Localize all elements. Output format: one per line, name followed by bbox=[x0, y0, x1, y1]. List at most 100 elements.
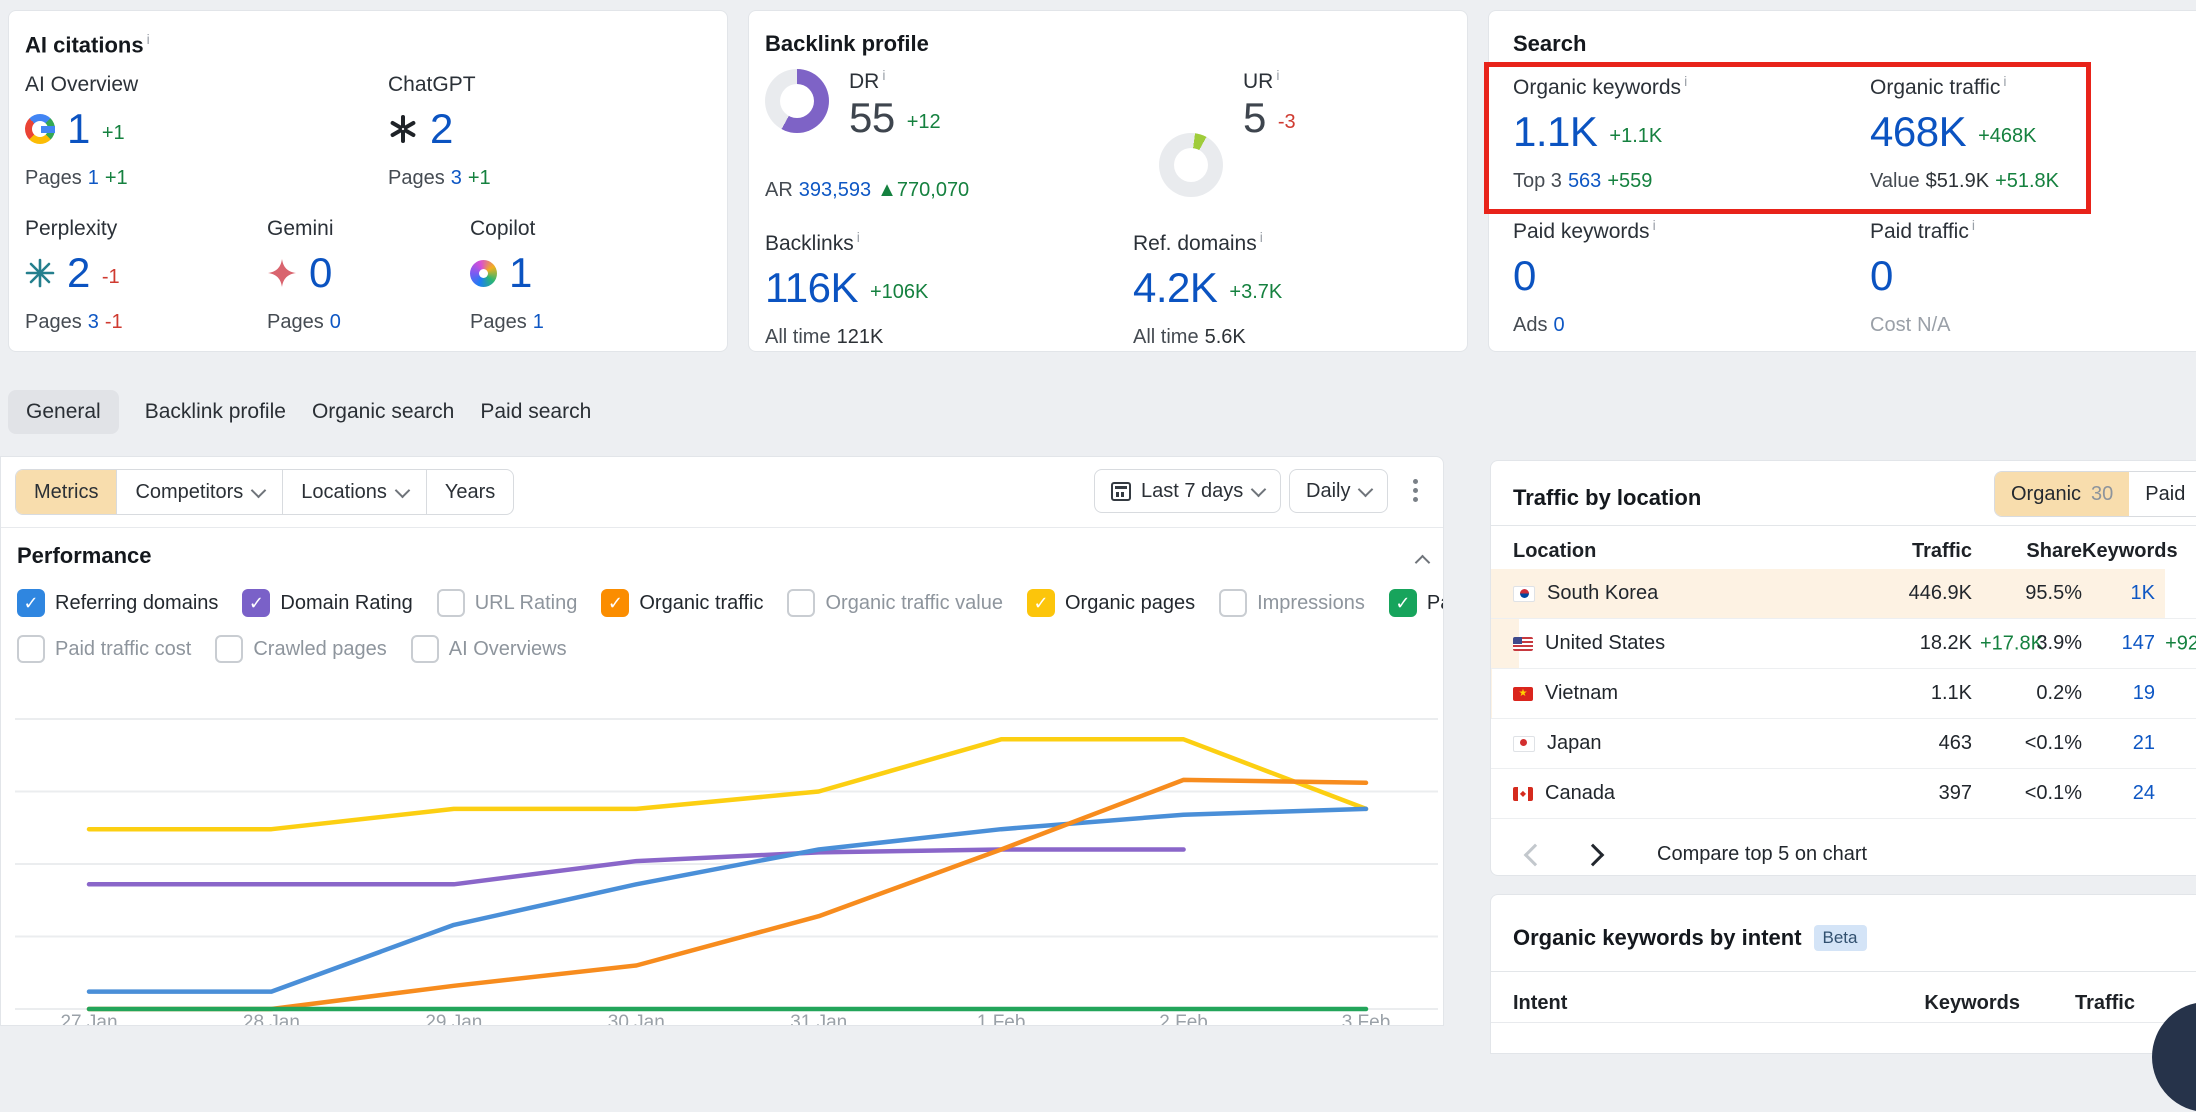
share-value: 3.9% bbox=[1972, 632, 2082, 655]
locations-filter-button[interactable]: Locations bbox=[282, 470, 426, 514]
checkbox-paid-traffic[interactable]: ✓Paid traffic bbox=[1389, 589, 1444, 617]
checkbox-referring-domains[interactable]: ✓ Referring domains bbox=[17, 589, 218, 617]
tab-organic-search[interactable]: Organic search bbox=[312, 390, 454, 434]
traffic-value: 1.1K bbox=[1931, 682, 1972, 704]
location-name: Vietnam bbox=[1545, 682, 1618, 705]
ar-row: AR393,593▲770,070 bbox=[765, 179, 975, 202]
tab-backlink-profile[interactable]: Backlink profile bbox=[145, 390, 286, 434]
metrics-filter-button[interactable]: Metrics bbox=[16, 470, 116, 514]
checkbox-label: Referring domains bbox=[55, 592, 218, 615]
keywords-delta: +92 bbox=[2165, 632, 2196, 655]
annotation-red-box bbox=[1484, 62, 2091, 214]
checkbox-crawled-pages[interactable]: Crawled pages bbox=[215, 635, 386, 663]
traffic-value: 18.2K bbox=[1920, 632, 1972, 654]
page-prev-chevron-icon[interactable] bbox=[1524, 843, 1547, 866]
checkbox-box-icon[interactable]: ✓ bbox=[601, 589, 629, 617]
ads-link[interactable]: 0 bbox=[1553, 314, 1564, 336]
flag-us-icon bbox=[1513, 637, 1533, 651]
info-hint-icon[interactable]: i bbox=[857, 229, 860, 245]
intent-title: Organic keywords by intent bbox=[1513, 925, 1802, 951]
metric-ai-overview: AI Overview 1 +1 Pages1+1 bbox=[25, 73, 138, 190]
keywords-link[interactable]: 21 bbox=[2133, 732, 2155, 754]
checkbox-box-icon[interactable] bbox=[1219, 589, 1247, 617]
keywords-link[interactable]: 19 bbox=[2133, 682, 2155, 704]
checkbox-box-icon[interactable] bbox=[787, 589, 815, 617]
beta-badge: Beta bbox=[1814, 925, 1867, 951]
info-hint-icon[interactable]: i bbox=[147, 31, 150, 47]
pages-link[interactable]: 0 bbox=[330, 311, 341, 333]
checkbox-paid-traffic-cost[interactable]: Paid traffic cost bbox=[17, 635, 191, 663]
ai-overview-value[interactable]: 1 bbox=[67, 107, 90, 151]
collapse-section-chevron-icon[interactable] bbox=[1415, 555, 1431, 571]
more-options-kebab-button[interactable] bbox=[1407, 473, 1424, 508]
metric-checkbox-row-2: Paid traffic cost Crawled pages AI Overvie… bbox=[17, 635, 567, 663]
performance-chart: 27 Jan28 Jan29 Jan30 Jan31 Jan1 Feb2 Feb… bbox=[1, 682, 1444, 1026]
col-traffic: Traffic bbox=[1812, 540, 1972, 563]
keywords-link[interactable]: 24 bbox=[2133, 782, 2155, 804]
checkbox-box-icon[interactable]: ✓ bbox=[17, 589, 45, 617]
years-filter-button[interactable]: Years bbox=[426, 470, 513, 514]
ref-domains-value[interactable]: 4.2K bbox=[1133, 266, 1217, 310]
paid-traffic-value[interactable]: 0 bbox=[1870, 254, 1893, 298]
metric-paid-keywords: Paid keywordsi 0 Ads0 bbox=[1513, 217, 1656, 337]
info-hint-icon[interactable]: i bbox=[1260, 229, 1263, 245]
tab-paid-search[interactable]: Paid search bbox=[480, 390, 591, 434]
paid-keywords-value[interactable]: 0 bbox=[1513, 254, 1536, 298]
pages-link[interactable]: 1 bbox=[533, 311, 544, 333]
backlinks-value[interactable]: 116K bbox=[765, 266, 858, 310]
checkbox-box-icon[interactable]: ✓ bbox=[1027, 589, 1055, 617]
location-row-japan: Japan463<0.1%21 bbox=[1491, 719, 2196, 769]
gemini-value[interactable]: 0 bbox=[309, 251, 332, 295]
checkbox-domain-rating[interactable]: ✓Domain Rating bbox=[242, 589, 412, 617]
toggle-paid[interactable]: Paid0 bbox=[2129, 472, 2196, 516]
ar-link[interactable]: 393,593 bbox=[799, 179, 871, 201]
checkbox-organic-pages[interactable]: ✓Organic pages bbox=[1027, 589, 1195, 617]
ur-donut-chart bbox=[1159, 133, 1223, 197]
date-range-button[interactable]: Last 7 days bbox=[1094, 469, 1281, 513]
google-icon bbox=[25, 114, 55, 144]
info-hint-icon[interactable]: i bbox=[1972, 217, 1975, 233]
checkbox-url-rating[interactable]: URL Rating bbox=[437, 589, 578, 617]
organic-paid-toggle: Organic30 Paid0 bbox=[1994, 471, 2196, 517]
checkbox-label: AI Overviews bbox=[449, 638, 567, 661]
checkbox-organic-traffic-value[interactable]: Organic traffic value bbox=[787, 589, 1003, 617]
keywords-link[interactable]: 147 bbox=[2122, 632, 2155, 654]
info-hint-icon[interactable]: i bbox=[1653, 217, 1656, 233]
checkbox-organic-traffic[interactable]: ✓Organic traffic bbox=[601, 589, 763, 617]
info-hint-icon[interactable]: i bbox=[882, 67, 885, 83]
toggle-organic[interactable]: Organic30 bbox=[1995, 472, 2129, 516]
compare-top5-button[interactable]: Compare top 5 on chart bbox=[1657, 843, 1867, 866]
checkbox-ai-overviews[interactable]: AI Overviews bbox=[411, 635, 567, 663]
intent-panel: Organic keywords by intent Beta Intent K… bbox=[1490, 894, 2196, 1054]
location-name: United States bbox=[1545, 632, 1665, 655]
chevron-down-icon bbox=[395, 482, 411, 498]
pages-link[interactable]: 3 bbox=[88, 311, 99, 333]
location-row-south-korea: South Korea446.9K95.5%1K bbox=[1491, 569, 2196, 619]
granularity-button[interactable]: Daily bbox=[1289, 469, 1388, 513]
checkbox-box-icon[interactable] bbox=[17, 635, 45, 663]
pages-link[interactable]: 3 bbox=[451, 167, 462, 189]
checkbox-box-icon[interactable]: ✓ bbox=[1389, 589, 1417, 617]
competitors-filter-button[interactable]: Competitors bbox=[116, 470, 282, 514]
checkbox-box-icon[interactable] bbox=[411, 635, 439, 663]
keywords-link[interactable]: 1K bbox=[2131, 582, 2155, 604]
perplexity-value[interactable]: 2 bbox=[67, 251, 90, 295]
calendar-icon bbox=[1111, 482, 1131, 501]
tab-general[interactable]: General bbox=[8, 390, 119, 434]
col-keywords: Keywords bbox=[1890, 992, 2020, 1015]
copilot-value[interactable]: 1 bbox=[509, 251, 532, 295]
openai-icon bbox=[388, 114, 418, 144]
series-domain-rating bbox=[89, 850, 1184, 885]
checkbox-box-icon[interactable] bbox=[215, 635, 243, 663]
checkbox-box-icon[interactable]: ✓ bbox=[242, 589, 270, 617]
metric-paid-traffic: Paid traffici 0 CostN/A bbox=[1870, 217, 1975, 337]
checkbox-impressions[interactable]: Impressions bbox=[1219, 589, 1365, 617]
pages-link[interactable]: 1 bbox=[88, 167, 99, 189]
checkbox-box-icon[interactable] bbox=[437, 589, 465, 617]
chatgpt-value[interactable]: 2 bbox=[430, 107, 453, 151]
report-tabs: General Backlink profile Organic search … bbox=[8, 390, 591, 434]
metric-backlinks: Backlinksi 116K +106K All time121K bbox=[765, 229, 928, 349]
info-hint-icon[interactable]: i bbox=[1276, 67, 1279, 83]
page-next-chevron-icon[interactable] bbox=[1582, 843, 1605, 866]
x-axis-tick-label: 29 Jan bbox=[425, 1012, 482, 1026]
